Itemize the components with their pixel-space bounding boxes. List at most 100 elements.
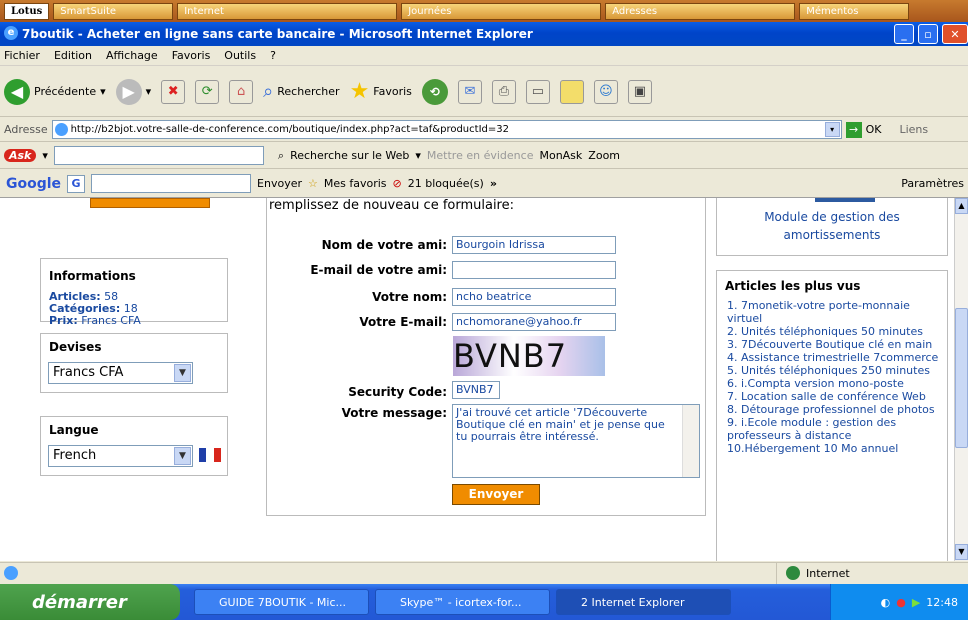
informations-title: Informations <box>49 269 136 283</box>
your-name-label: Votre nom: <box>372 290 447 304</box>
clock[interactable]: 12:48 <box>926 596 958 609</box>
friend-name-input[interactable]: Bourgoin Idrissa <box>452 236 616 254</box>
lotus-menu-button[interactable]: Lotus <box>4 2 50 20</box>
lotus-mementos-tab[interactable]: Mémentos <box>799 2 910 20</box>
forward-button[interactable]: ▶ ▾ <box>115 78 151 105</box>
favorites-button[interactable]: ★ Favoris <box>350 79 412 104</box>
page-scrollbar[interactable]: ▲ ▼ <box>954 198 968 561</box>
menu-edition[interactable]: Edition <box>54 49 92 62</box>
textarea-scrollbar[interactable] <box>682 405 699 477</box>
friend-email-label: E-mail de votre ami: <box>310 263 447 277</box>
ask-logo-icon[interactable]: Ask <box>4 149 37 162</box>
chevron-down-icon[interactable]: ▾ <box>42 149 48 162</box>
links-label[interactable]: Liens <box>899 123 928 136</box>
lotus-internet-tab[interactable]: Internet <box>177 2 398 20</box>
google-logo[interactable]: Google <box>6 176 61 192</box>
close-button[interactable]: ✕ <box>942 24 968 44</box>
go-arrow-icon[interactable]: → <box>845 121 862 138</box>
scroll-up-icon[interactable]: ▲ <box>955 198 968 214</box>
media-icon[interactable]: ▶ <box>912 596 920 609</box>
address-input[interactable]: http://b2bjot.votre-salle-de-conference.… <box>51 120 842 139</box>
lotus-smartsuite-bar: Lotus SmartSuite Internet Journées Adres… <box>0 0 968 22</box>
article-link[interactable]: 5. Unités téléphoniques 250 minutes <box>727 364 939 377</box>
ask-toolbar: Ask ▾ ⌕ Recherche sur le Web ▾ Mettre en… <box>0 143 968 169</box>
lotus-adresses-tab[interactable]: Adresses <box>605 2 796 20</box>
stop-icon[interactable]: ✖ <box>161 79 186 104</box>
back-button[interactable]: ◀ Précédente ▾ <box>4 78 106 105</box>
window-title: 7boutik - Acheter en ligne sans carte ba… <box>22 27 533 41</box>
network-icon[interactable]: ◐ <box>881 596 891 609</box>
google-g-icon[interactable]: G <box>67 174 86 193</box>
message-textarea[interactable]: J'ai trouvé cet article '7Découverte Bou… <box>452 404 700 478</box>
window-title-bar: e 7boutik - Acheter en ligne sans carte … <box>0 22 968 46</box>
security-code-input[interactable]: BVNB7 <box>452 381 500 399</box>
article-link[interactable]: 2. Unités téléphoniques 50 minutes <box>727 325 939 338</box>
google-favorites[interactable]: Mes favoris <box>324 177 387 190</box>
chevron-down-icon[interactable]: ▾ <box>824 122 840 137</box>
print-icon[interactable]: ⎙ <box>491 79 516 104</box>
french-flag-icon[interactable] <box>199 448 221 462</box>
lotus-journees-tab[interactable]: Journées <box>401 2 602 20</box>
go-button[interactable]: OK <box>866 123 882 136</box>
mail-icon[interactable]: ✉ <box>457 79 482 104</box>
refresh-icon[interactable]: ⟳ <box>195 79 220 104</box>
google-send-button[interactable]: Envoyer <box>257 177 302 190</box>
scroll-thumb[interactable] <box>955 308 968 448</box>
security-icon[interactable]: ● <box>896 596 906 609</box>
google-search-input[interactable] <box>91 174 252 193</box>
task-skype[interactable]: Skype™ - icortex-for... <box>375 589 550 615</box>
article-link[interactable]: 6. i.Compta version mono-poste <box>727 377 939 390</box>
article-link[interactable]: 8. Détourage professionnel de photos <box>727 403 939 416</box>
orange-button-fragment[interactable] <box>90 198 210 208</box>
article-link[interactable]: 7. Location salle de conférence Web <box>727 390 939 403</box>
ask-search-input[interactable] <box>53 146 264 165</box>
google-settings[interactable]: Paramètres <box>901 177 964 190</box>
module-link[interactable]: Module de gestion des amortissements <box>717 208 947 244</box>
google-blocked-count[interactable]: 21 bloquée(s) <box>408 177 484 190</box>
zoom-button[interactable]: Zoom <box>588 149 620 162</box>
language-select[interactable]: French ▼ <box>48 445 193 467</box>
task-internet-explorer[interactable]: 2 Internet Explorer <box>556 589 731 615</box>
module-box: Module de gestion des amortissements <box>716 198 948 256</box>
maximize-button[interactable]: ▫ <box>918 24 938 44</box>
forward-arrow-icon: ▶ <box>115 78 142 105</box>
messenger-icon[interactable]: ☺ <box>593 79 618 104</box>
currency-select[interactable]: Francs CFA ▼ <box>48 362 193 384</box>
most-viewed-box: Articles les plus vus 1. 7monetik-votre … <box>716 270 948 561</box>
friend-email-input[interactable] <box>452 261 616 279</box>
menu-affichage[interactable]: Affichage <box>106 49 158 62</box>
menu-favoris[interactable]: Favoris <box>172 49 211 62</box>
search-label: Rechercher <box>277 85 340 98</box>
start-button[interactable]: démarrer <box>0 584 180 620</box>
windows-taskbar: démarrer GUIDE 7BOUTIK - Mic... Skype™ -… <box>0 584 968 620</box>
menu-help[interactable]: ? <box>270 49 276 62</box>
menu-fichier[interactable]: Fichier <box>4 49 40 62</box>
chevron-down-icon: ▾ <box>100 85 106 98</box>
highlight-button[interactable]: Mettre en évidence <box>427 149 534 162</box>
home-icon[interactable]: ⌂ <box>229 79 254 104</box>
your-name-input[interactable]: ncho beatrice <box>452 288 616 306</box>
article-link[interactable]: 3. 7Découverte Boutique clé en main <box>727 338 939 351</box>
myask-button[interactable]: MonAsk <box>539 149 582 162</box>
article-link[interactable]: 4. Assistance trimestrielle 7commerce <box>727 351 939 364</box>
edit-icon[interactable]: ▭ <box>525 79 550 104</box>
article-link[interactable]: 10.Hébergement 10 Mo annuel <box>727 442 939 455</box>
article-link[interactable]: 1. 7monetik-votre porte-monnaie virtuel <box>727 299 939 325</box>
more-icon[interactable]: » <box>490 177 497 190</box>
chevron-down-icon[interactable]: ▾ <box>415 149 421 162</box>
lotus-smartsuite-tab[interactable]: SmartSuite <box>53 2 174 20</box>
search-button[interactable]: ⌕ Rechercher <box>263 81 339 102</box>
menu-outils[interactable]: Outils <box>224 49 256 62</box>
research-icon[interactable]: ▣ <box>627 79 652 104</box>
minimize-button[interactable]: _ <box>894 24 914 44</box>
article-link[interactable]: 9. i.Ecole module : gestion des professe… <box>727 416 939 442</box>
search-icon: ⌕ <box>263 81 274 102</box>
ask-search-web[interactable]: Recherche sur le Web <box>290 149 409 162</box>
folder-icon[interactable] <box>559 79 584 104</box>
history-icon[interactable]: ⟲ <box>421 78 448 105</box>
send-button[interactable]: Envoyer <box>452 484 540 505</box>
your-email-input[interactable]: nchomorane@yahoo.fr <box>452 313 616 331</box>
task-guide-word[interactable]: GUIDE 7BOUTIK - Mic... <box>194 589 369 615</box>
scroll-down-icon[interactable]: ▼ <box>955 544 968 560</box>
ie-status-icon <box>4 566 18 580</box>
